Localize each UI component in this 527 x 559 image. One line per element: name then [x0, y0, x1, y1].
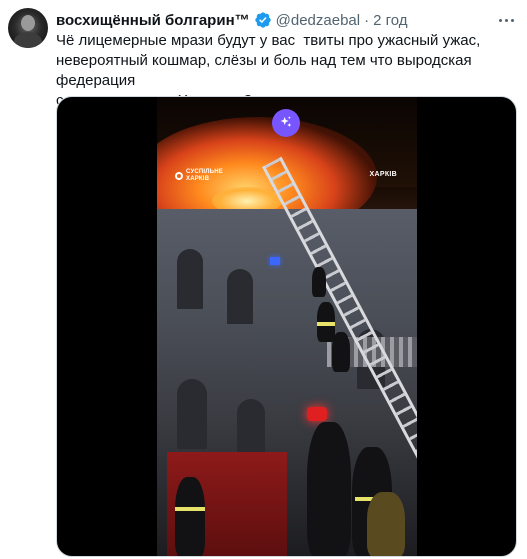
- building-window: [227, 269, 253, 324]
- avatar-body: [14, 32, 42, 48]
- display-name[interactable]: восхищённый болгарин: [56, 12, 235, 29]
- avatar-head: [21, 15, 35, 31]
- tweet-header: восхищённый болгарин ™ @dedzaebal · 2 год: [56, 10, 408, 30]
- watermark-left-line2: ХАРКІВ: [186, 176, 210, 182]
- firefighter-helmet-yellow: [367, 492, 405, 556]
- video-frame[interactable]: СУСПІЛЬНЕ ХАРКІВ ХАРКІВ: [157, 97, 417, 556]
- firefighter-left: [175, 477, 205, 556]
- truck-light: [307, 407, 327, 421]
- reflective-stripe: [175, 507, 205, 511]
- building-window: [177, 249, 203, 309]
- watermark-suspilne: СУСПІЛЬНЕ ХАРКІВ: [175, 169, 223, 183]
- more-options-icon[interactable]: [495, 9, 517, 31]
- watermark-city: ХАРКІВ: [369, 171, 397, 178]
- blue-light: [270, 257, 280, 265]
- tweet[interactable]: восхищённый болгарин ™ @dedzaebal · 2 год…: [0, 0, 527, 559]
- verified-badge-icon: [254, 11, 272, 29]
- suspilne-logo-icon: [175, 172, 183, 180]
- firefighter: [312, 267, 326, 297]
- timestamp[interactable]: 2 год: [373, 12, 407, 29]
- building-window: [177, 379, 207, 449]
- tweet-media[interactable]: СУСПІЛЬНЕ ХАРКІВ ХАРКІВ: [56, 96, 517, 557]
- reflective-stripe: [317, 322, 335, 326]
- trademark-sign: ™: [234, 11, 250, 29]
- avatar[interactable]: [8, 8, 48, 48]
- watermark-left-line1: СУСПІЛЬНЕ: [186, 169, 223, 175]
- firefighter: [332, 332, 350, 372]
- firefighter-foreground: [307, 422, 351, 556]
- sparkle-icon[interactable]: [272, 109, 300, 137]
- header-separator: ·: [364, 11, 370, 29]
- author-handle[interactable]: @dedzaebal: [276, 12, 360, 29]
